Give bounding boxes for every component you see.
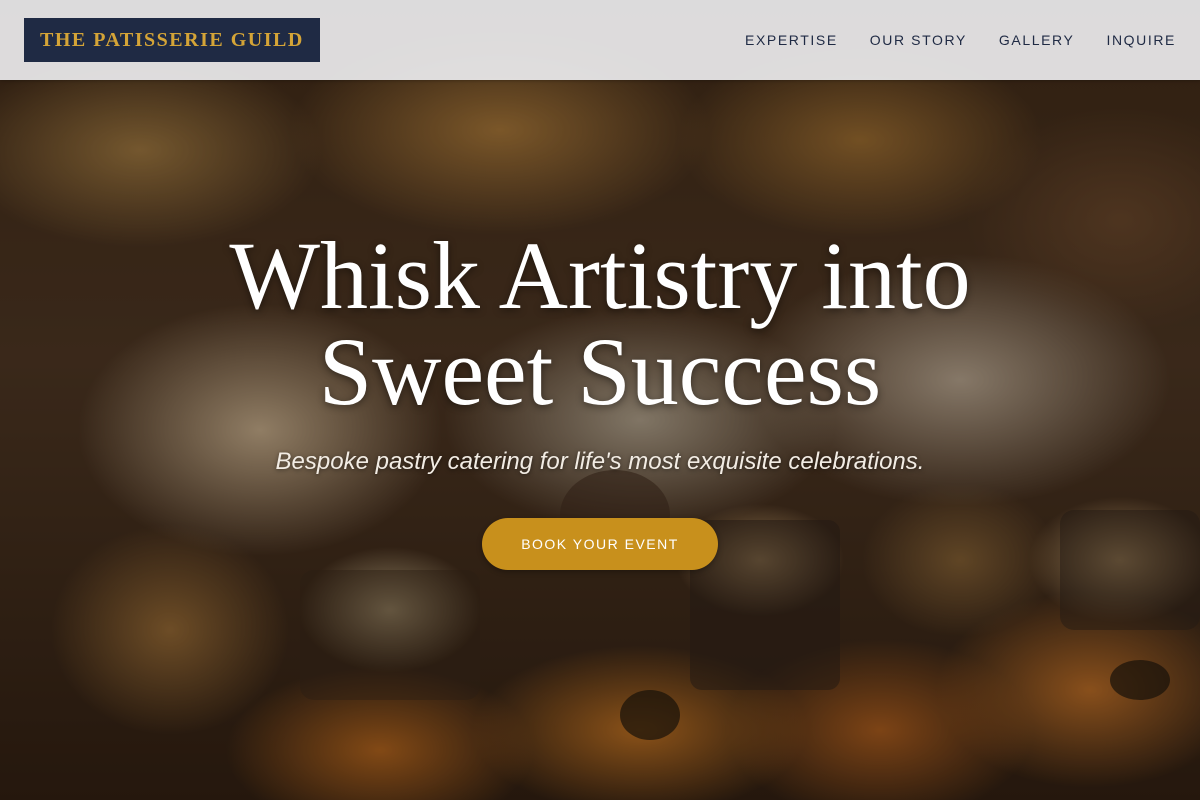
- main-nav: EXPERTISE OUR STORY GALLERY INQUIRE: [745, 0, 1176, 80]
- hero-headline-line1: Whisk Artistry into: [229, 222, 971, 329]
- book-event-button[interactable]: BOOK YOUR EVENT: [482, 518, 718, 570]
- hero-headline: Whisk Artistry into Sweet Success: [100, 228, 1100, 420]
- nav-item-expertise[interactable]: EXPERTISE: [745, 32, 838, 48]
- site-header: THE PATISSERIE GUILD EXPERTISE OUR STORY…: [0, 0, 1200, 80]
- hero-headline-line2: Sweet Success: [318, 318, 882, 425]
- nav-item-gallery[interactable]: GALLERY: [999, 32, 1075, 48]
- nav-item-our-story[interactable]: OUR STORY: [870, 32, 967, 48]
- hero-tagline: Bespoke pastry catering for life's most …: [275, 448, 925, 475]
- nav-item-inquire[interactable]: INQUIRE: [1106, 32, 1176, 48]
- brand-logo[interactable]: THE PATISSERIE GUILD: [24, 18, 320, 62]
- hero-section: Whisk Artistry into Sweet Success Bespok…: [0, 0, 1200, 800]
